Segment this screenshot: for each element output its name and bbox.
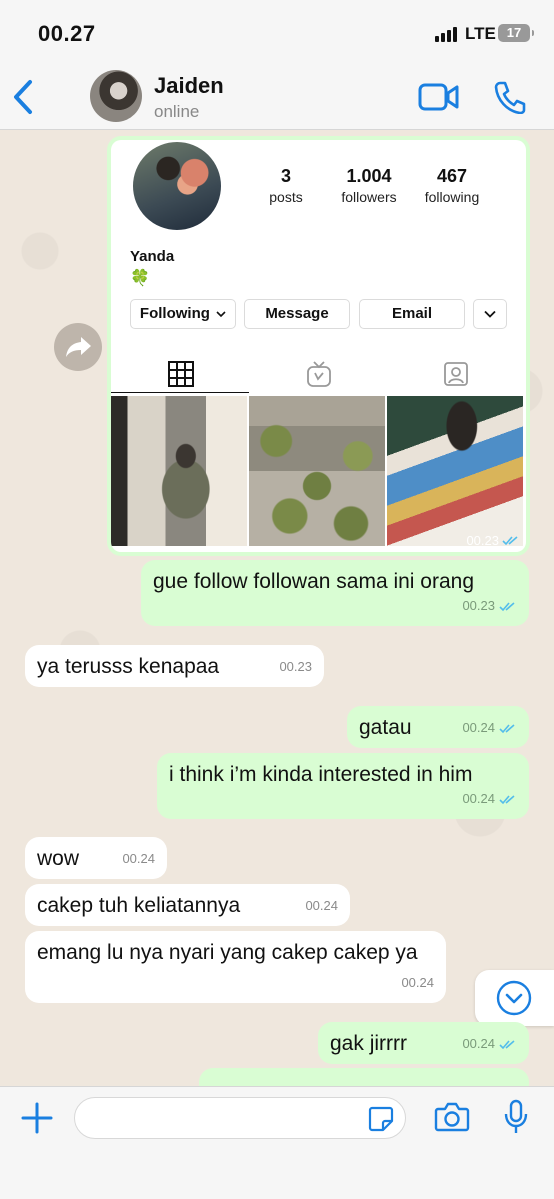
active-tab-indicator <box>111 392 249 393</box>
message-text: cakep tuh keliatannya <box>37 894 241 917</box>
chevron-down-circle-icon <box>496 980 532 1016</box>
message-time: 00.24 <box>462 720 495 735</box>
message-bubble[interactable]: gue follow followan sama ini orang 00.23 <box>141 560 529 626</box>
message-meta: 00.23 <box>462 592 517 620</box>
following-button-label: Following <box>139 305 210 322</box>
message-text: gue follow followan sama ini orang <box>153 570 475 593</box>
forward-button[interactable] <box>54 323 102 371</box>
tagged-icon <box>444 362 468 386</box>
video-call-button[interactable] <box>418 82 460 112</box>
read-receipt-icon <box>502 536 518 546</box>
back-button[interactable] <box>10 78 38 116</box>
following-button: Following <box>130 299 236 329</box>
message-meta: 00.24 <box>462 785 517 813</box>
microphone-button[interactable] <box>503 1099 529 1135</box>
camera-icon <box>434 1102 470 1132</box>
message-time: 00.24 <box>122 851 155 866</box>
posts-count: 3 <box>280 166 291 186</box>
profile-tabs <box>111 352 526 394</box>
message-time: 00.23 <box>462 598 495 613</box>
message-time: 00.23 <box>279 659 312 674</box>
video-camera-icon <box>418 83 459 111</box>
followers-stat: 1.004 followers <box>324 166 414 205</box>
more-dropdown-button <box>473 299 507 329</box>
contact-name[interactable]: Jaiden <box>154 73 224 99</box>
bio-emoji: 🍀 <box>130 270 150 287</box>
profile-name: Yanda <box>130 248 175 265</box>
chevron-down-icon <box>484 310 496 318</box>
followers-label: followers <box>341 189 397 205</box>
forward-arrow-icon <box>66 337 91 357</box>
read-receipt-icon <box>499 723 515 733</box>
message-text: gatau <box>359 716 412 739</box>
message-meta: 00.23 <box>279 653 312 681</box>
posts-label: posts <box>269 189 303 205</box>
post-photo <box>111 396 247 546</box>
avatar[interactable] <box>90 70 142 122</box>
message-text: i think i’m kinda interested in him <box>169 763 473 786</box>
followers-count: 1.004 <box>346 166 392 186</box>
microphone-icon <box>504 1099 528 1133</box>
network-label: LTE <box>465 24 496 43</box>
plus-icon <box>21 1102 53 1134</box>
message-meta: 00.24 <box>462 1030 517 1058</box>
following-count: 467 <box>436 166 468 186</box>
grid-icon <box>168 361 194 387</box>
email-button: Email <box>359 299 465 329</box>
camera-button[interactable] <box>434 1101 470 1133</box>
message-bubble[interactable]: cakep tuh keliatannya 00.24 <box>25 884 350 926</box>
sticker-icon <box>368 1106 394 1132</box>
profile-photo <box>131 140 223 232</box>
message-bubble-partial[interactable] <box>199 1068 529 1086</box>
read-receipt-icon <box>499 794 515 804</box>
battery-icon: 17 <box>498 24 534 42</box>
chevron-down-icon <box>216 311 226 318</box>
scroll-to-bottom-button[interactable] <box>475 970 554 1026</box>
status-time: 00.27 <box>38 21 96 46</box>
signal-icon <box>435 27 457 42</box>
message-meta: 00.24 <box>401 969 434 997</box>
message-time: 00.24 <box>462 1036 495 1051</box>
message-meta: 00.24 <box>305 892 338 920</box>
message-bubble[interactable]: emang lu nya nyari yang cakep cakep ya 0… <box>25 931 446 1003</box>
time-text: 00.23 <box>466 533 499 548</box>
message-text: ya terusss kenapaa <box>37 655 220 678</box>
message-text: wow <box>37 847 80 870</box>
message-time: 00.24 <box>401 975 434 990</box>
post-photo <box>249 396 385 546</box>
igtv-icon <box>307 361 331 387</box>
message-text: emang lu nya nyari yang cakep cakep ya <box>37 941 418 964</box>
message-input[interactable] <box>74 1097 406 1139</box>
message-bubble[interactable]: i think i’m kinda interested in him 00.2… <box>157 753 529 819</box>
message-time: 00.24 <box>462 791 495 806</box>
read-receipt-icon <box>499 601 515 611</box>
chat-header: Jaiden online <box>0 62 554 130</box>
chevron-left-icon <box>14 80 32 114</box>
sticker-button[interactable] <box>368 1106 394 1132</box>
composer-bar <box>0 1086 554 1199</box>
message-meta: 00.24 <box>462 714 517 742</box>
message-meta: 00.24 <box>122 845 155 873</box>
phone-icon <box>494 81 526 115</box>
message-button: Message <box>244 299 350 329</box>
read-receipt-icon <box>499 1039 515 1049</box>
message-timestamp: 00.23 <box>466 533 520 548</box>
instagram-profile-screenshot[interactable]: 3 posts 1.004 followers 467 following Ya… <box>111 140 526 552</box>
message-bubble[interactable]: gatau 00.24 <box>347 706 529 748</box>
post-photo <box>387 396 523 546</box>
message-time: 00.24 <box>305 898 338 913</box>
following-stat: 467 following <box>407 166 497 205</box>
status-bar: 00.27 LTE 17 <box>0 0 554 62</box>
image-message[interactable]: 3 posts 1.004 followers 467 following Ya… <box>107 136 530 556</box>
contact-status: online <box>154 102 200 121</box>
message-text: gak jirrrr <box>330 1032 407 1055</box>
message-bubble[interactable]: gak jirrrr 00.24 <box>318 1022 529 1064</box>
posts-stat: 3 posts <box>241 166 331 205</box>
following-label: following <box>424 189 480 205</box>
chat-area[interactable]: 3 posts 1.004 followers 467 following Ya… <box>0 131 554 1086</box>
attach-button[interactable] <box>20 1101 54 1135</box>
message-bubble[interactable]: wow 00.24 <box>25 837 167 879</box>
voice-call-button[interactable] <box>494 80 526 115</box>
message-bubble[interactable]: ya terusss kenapaa 00.23 <box>25 645 324 687</box>
